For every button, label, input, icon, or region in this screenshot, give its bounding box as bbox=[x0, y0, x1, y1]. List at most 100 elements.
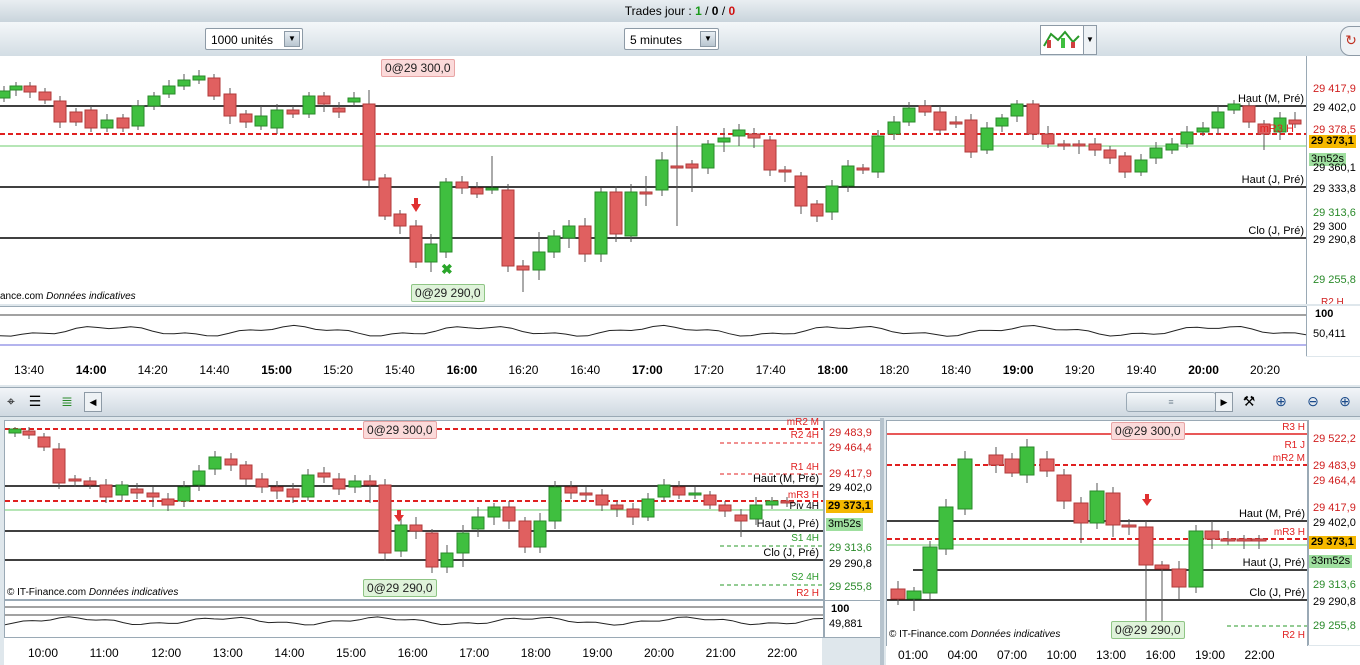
chart-style-dropdown[interactable]: ▼ bbox=[1083, 25, 1097, 55]
main-oscillator[interactable] bbox=[0, 306, 1307, 357]
candle bbox=[207, 77, 221, 97]
bl-oscillator[interactable] bbox=[4, 600, 824, 638]
bl-price-axis[interactable]: 29 483,9 29 464,4 29 417,9 29 402,0 29 3… bbox=[824, 420, 881, 602]
order-buy-tag[interactable]: 0@29 290,0 bbox=[1111, 621, 1185, 639]
bottom-right-chart[interactable]: 0@29 300,0 0@29 290,0 R3 H R1 J mR2 M Ha… bbox=[886, 420, 1308, 647]
candle bbox=[455, 181, 469, 189]
candle bbox=[22, 430, 36, 436]
candle bbox=[470, 187, 484, 195]
chart-toolbar: 1000 unités ▼ 5 minutes ▼ ▼ ↻ bbox=[0, 22, 1360, 57]
credit-text: © IT-Finance.com Données indicatives bbox=[889, 629, 1060, 640]
indicator-icon[interactable]: ≣ bbox=[56, 390, 78, 412]
time-tick: 18:20 bbox=[879, 363, 910, 377]
interval-select[interactable]: 5 minutes ▼ bbox=[624, 28, 719, 50]
candle bbox=[1026, 103, 1040, 135]
zoom-out-icon[interactable]: ⊖ bbox=[1302, 390, 1324, 412]
main-price-axis[interactable]: 29 417,9 29 402,0 29 378,5 29 373,1 3m52… bbox=[1306, 56, 1360, 304]
countdown-badge: 33m52s bbox=[1309, 555, 1353, 568]
candle bbox=[38, 91, 52, 101]
order-sell-tag[interactable]: 0@29 300,0 bbox=[1111, 422, 1185, 440]
candle bbox=[424, 243, 438, 263]
splitter[interactable] bbox=[880, 418, 884, 665]
candle bbox=[906, 590, 922, 600]
credit-text: © IT-Finance.com Données indicatives bbox=[7, 587, 178, 598]
candle bbox=[1041, 133, 1055, 145]
scroll-right-button[interactable]: ▶ bbox=[1215, 392, 1233, 412]
bottom-left-chart[interactable]: 0@29 300,0 0@29 290,0 mR2 M R2 4H R1 4H … bbox=[4, 417, 824, 600]
tools-icon[interactable]: ⚒ bbox=[1238, 390, 1260, 412]
osc-value: 49,881 bbox=[829, 618, 863, 630]
candle bbox=[1073, 502, 1089, 524]
time-tick: 17:40 bbox=[755, 363, 786, 377]
order-buy-tag[interactable]: 0@29 290,0 bbox=[411, 284, 485, 302]
zoom-fit-icon[interactable]: ⊕ bbox=[1270, 390, 1292, 412]
trades-label: Trades jour : bbox=[624, 4, 692, 18]
candle bbox=[578, 225, 592, 255]
scroll-track[interactable] bbox=[102, 398, 1212, 404]
candle bbox=[502, 506, 516, 522]
candle bbox=[439, 181, 453, 253]
bl-candles bbox=[5, 427, 823, 586]
order-buy-tag[interactable]: 0@29 290,0 bbox=[363, 579, 437, 597]
candle bbox=[594, 191, 608, 255]
chevron-down-icon: ▼ bbox=[1086, 35, 1094, 44]
price-label: 29 290,8 bbox=[1313, 596, 1356, 608]
candle bbox=[8, 428, 22, 434]
level-label-mr3h: mR3 H bbox=[1259, 123, 1294, 135]
candle bbox=[1149, 147, 1163, 159]
candle bbox=[890, 588, 906, 600]
candle bbox=[115, 484, 129, 496]
chevron-down-icon[interactable]: ▼ bbox=[284, 31, 300, 47]
chevron-down-icon[interactable]: ▼ bbox=[700, 31, 716, 47]
candle bbox=[9, 85, 23, 91]
level-label: mR2 M bbox=[1272, 453, 1305, 464]
candle bbox=[1057, 143, 1071, 147]
expand-panel-button[interactable]: ↻ bbox=[1340, 26, 1360, 56]
time-tick: 14:40 bbox=[199, 363, 230, 377]
price-label: 29 483,9 bbox=[1313, 460, 1356, 472]
candle bbox=[254, 115, 268, 127]
candle bbox=[949, 121, 963, 125]
candle bbox=[1072, 143, 1086, 147]
level-label-haut-j: Haut (J, Pré) bbox=[1241, 174, 1304, 186]
candle bbox=[223, 93, 237, 117]
candle bbox=[1103, 149, 1117, 159]
level-label-clo-j: Clo (J, Pré) bbox=[1248, 225, 1304, 237]
candle bbox=[23, 85, 37, 93]
main-price-chart[interactable]: ✖ 0@29 300,0 0@29 290,0 Haut (M, Pré) mR… bbox=[0, 56, 1306, 304]
candle bbox=[270, 109, 284, 129]
chevron-left-icon: ◀ bbox=[89, 397, 97, 407]
order-sell-tag[interactable]: 0@29 300,0 bbox=[381, 59, 455, 77]
chevron-right-icon: ▶ bbox=[1220, 397, 1228, 407]
crosshair-icon[interactable]: ⌖ bbox=[0, 390, 22, 412]
order-sell-tag[interactable]: 0@29 300,0 bbox=[363, 421, 437, 439]
scroll-left-button[interactable]: ◀ bbox=[84, 392, 102, 412]
candle bbox=[317, 95, 331, 105]
scrollbar-thumb[interactable]: ≡ bbox=[1126, 392, 1216, 412]
list-icon[interactable]: ☰ bbox=[24, 390, 46, 412]
candle bbox=[533, 520, 547, 548]
candle bbox=[393, 213, 407, 227]
br-price-axis[interactable]: 29 522,2 29 483,9 29 464,4 29 417,9 29 4… bbox=[1308, 420, 1360, 645]
credit-note: Données indicatives bbox=[970, 629, 1061, 640]
time-tick: 20:00 bbox=[1188, 363, 1219, 377]
time-tick: 19:00 bbox=[1002, 363, 1034, 377]
price-label: 29 417,9 bbox=[1313, 502, 1356, 514]
candle bbox=[1188, 530, 1204, 588]
time-tick: 10:00 bbox=[28, 646, 59, 660]
zoom-in-icon[interactable]: ⊕ bbox=[1334, 390, 1356, 412]
candle bbox=[672, 486, 686, 496]
candle bbox=[734, 514, 748, 522]
candle bbox=[988, 454, 1004, 466]
main-candles: ✖ bbox=[0, 70, 1306, 292]
candle bbox=[362, 103, 376, 181]
price-label: 29 483,9 bbox=[829, 427, 872, 439]
candle bbox=[548, 486, 562, 522]
price-label: 29 333,8 bbox=[1313, 183, 1356, 195]
candle bbox=[703, 494, 717, 506]
candle bbox=[224, 458, 238, 466]
chart-style-button[interactable] bbox=[1040, 25, 1084, 55]
units-select[interactable]: 1000 unités ▼ bbox=[205, 28, 303, 50]
credit-text: ance.com Données indicatives bbox=[0, 291, 136, 302]
candle bbox=[409, 524, 423, 532]
